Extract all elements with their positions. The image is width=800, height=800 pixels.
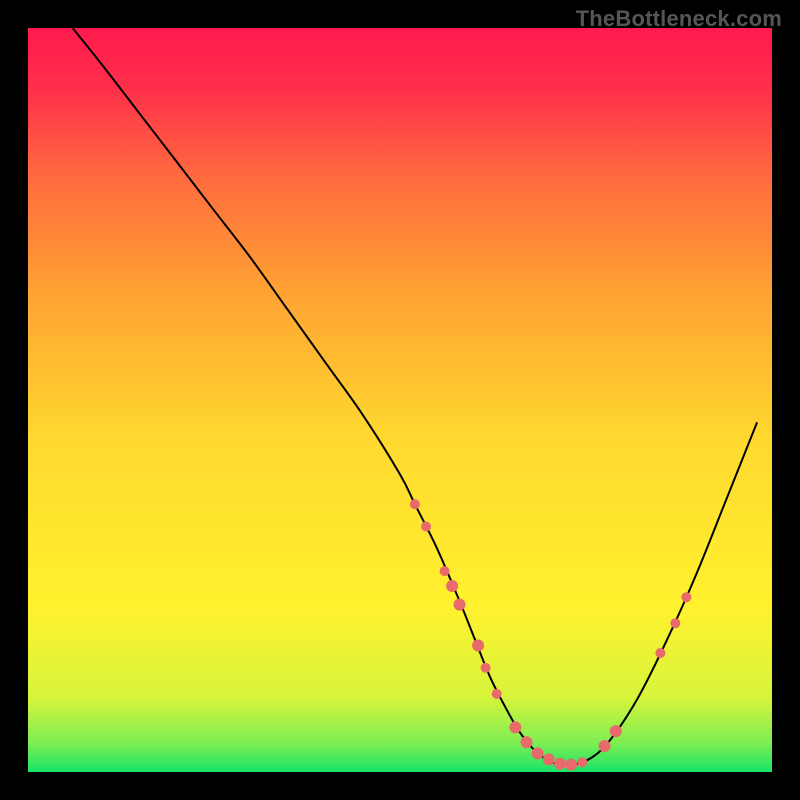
data-marker: [521, 736, 533, 748]
data-marker: [481, 663, 491, 673]
data-marker: [565, 759, 577, 771]
plot-area: [28, 28, 772, 772]
data-marker: [440, 566, 450, 576]
data-marker: [554, 758, 566, 770]
chart-svg: [28, 28, 772, 772]
data-marker: [509, 721, 521, 733]
data-marker: [670, 618, 680, 628]
data-marker: [446, 580, 458, 592]
data-marker: [681, 592, 691, 602]
chart-frame: TheBottleneck.com: [0, 0, 800, 800]
data-marker: [410, 499, 420, 509]
data-marker: [599, 740, 611, 752]
data-marker: [532, 747, 544, 759]
data-marker: [543, 753, 555, 765]
data-marker: [577, 757, 587, 767]
data-marker: [421, 522, 431, 532]
gradient-background: [28, 28, 772, 772]
watermark-text: TheBottleneck.com: [576, 6, 782, 32]
data-marker: [610, 725, 622, 737]
data-marker: [492, 689, 502, 699]
data-marker: [454, 599, 466, 611]
data-marker: [472, 640, 484, 652]
data-marker: [655, 648, 665, 658]
